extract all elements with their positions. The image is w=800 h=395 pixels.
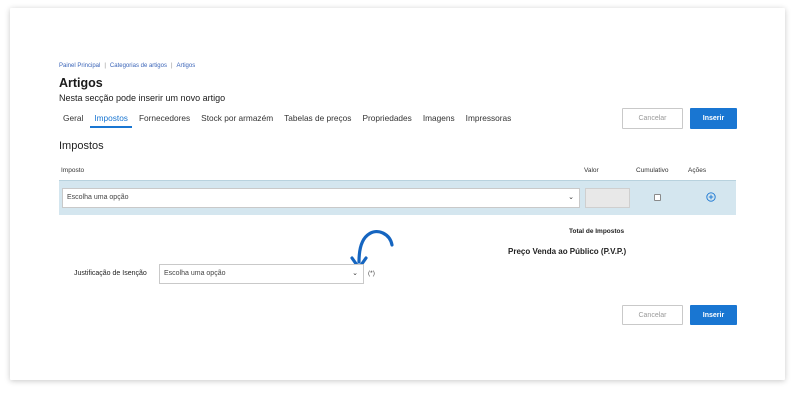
breadcrumb-categorias[interactable]: Categorias de artigos xyxy=(110,63,167,69)
chevron-down-icon: ⌄ xyxy=(568,194,574,201)
chevron-down-icon: ⌄ xyxy=(352,270,358,277)
exemption-select[interactable]: Escolha uma opção ⌄ xyxy=(159,264,364,284)
required-marker: (*) xyxy=(368,270,375,277)
tab-geral[interactable]: Geral xyxy=(59,110,87,128)
page-title: Artigos xyxy=(59,76,103,90)
breadcrumb-separator: | xyxy=(104,63,106,69)
insert-button-top[interactable]: Inserir xyxy=(690,108,737,129)
tab-fornecedores[interactable]: Fornecedores xyxy=(135,110,194,128)
tax-select[interactable]: Escolha uma opção ⌄ xyxy=(62,188,580,208)
insert-button-bottom[interactable]: Inserir xyxy=(690,305,737,325)
tab-stock-por-armazem[interactable]: Stock por armazém xyxy=(197,110,277,128)
tab-imagens[interactable]: Imagens xyxy=(419,110,459,128)
column-header-cumulativo: Cumulativo xyxy=(636,167,669,174)
column-header-valor: Valor xyxy=(584,167,599,174)
taxes-section-title: Impostos xyxy=(59,140,104,152)
breadcrumb-separator: | xyxy=(170,63,173,69)
exemption-label: Justificação de Isenção xyxy=(74,270,147,277)
tab-bar: Geral Impostos Fornecedores Stock por ar… xyxy=(59,110,518,128)
tab-tabelas-de-precos[interactable]: Tabelas de preços xyxy=(280,110,355,128)
total-taxes-label: Total de Impostos xyxy=(569,228,625,235)
cumulativo-checkbox[interactable] xyxy=(654,194,661,201)
column-header-imposto: Imposto xyxy=(61,167,85,174)
tab-impostos[interactable]: Impostos xyxy=(90,110,132,128)
cancel-button-bottom[interactable]: Cancelar xyxy=(622,305,683,325)
tax-select-value: Escolha uma opção xyxy=(67,194,129,201)
exemption-select-value: Escolha uma opção xyxy=(164,270,226,277)
page-subtitle: Nesta secção pode inserir um novo artigo xyxy=(59,93,226,103)
cancel-button-top[interactable]: Cancelar xyxy=(622,108,683,129)
breadcrumb-artigos[interactable]: Artigos xyxy=(177,63,196,69)
tax-value-input[interactable] xyxy=(585,188,630,208)
tab-propriedades[interactable]: Propriedades xyxy=(358,110,415,128)
plus-circle-icon[interactable] xyxy=(706,192,716,202)
tab-impressoras[interactable]: Impressoras xyxy=(462,110,516,128)
pvp-label: Preço Venda ao Público (P.V.P.) xyxy=(508,247,627,256)
breadcrumb: Painel Principal | Categorias de artigos | A… xyxy=(59,63,195,69)
breadcrumb-painel-principal[interactable]: Painel Principal xyxy=(59,63,100,69)
column-header-acoes: Ações xyxy=(688,167,707,174)
